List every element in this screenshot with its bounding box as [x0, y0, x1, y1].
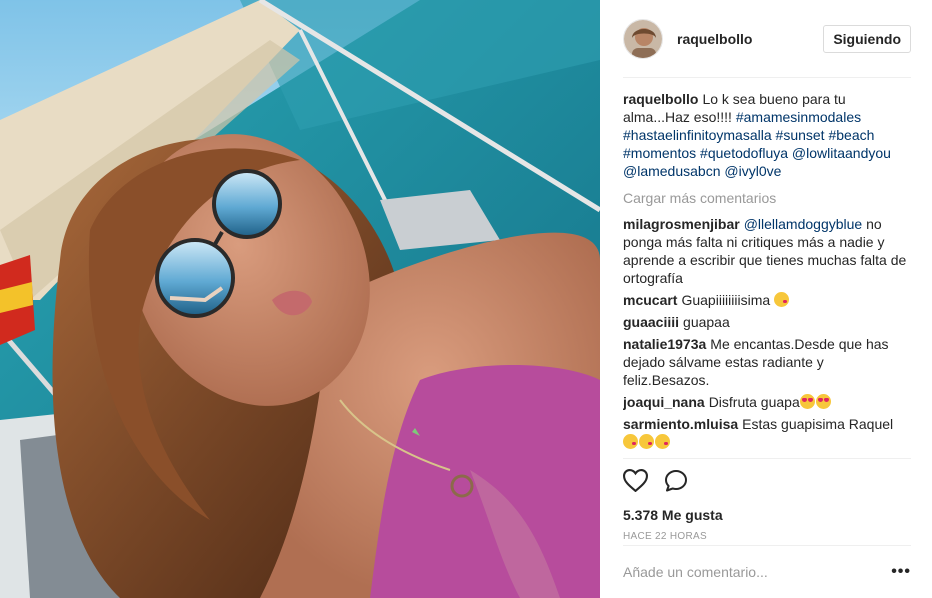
kiss-emoji-icon	[639, 434, 654, 449]
comment-item: guaaciiii guapaa	[623, 313, 911, 331]
hashtag-link[interactable]: @lamedusabcn	[623, 163, 721, 179]
comment-username[interactable]: milagrosmenjibar	[623, 216, 740, 232]
comment-text: Estas guapisima Raquel	[742, 416, 894, 432]
comment-item: mcucart Guapiiiiiiiisima	[623, 291, 911, 309]
caption-username[interactable]: raquelbollo	[623, 91, 698, 107]
avatar-image	[624, 19, 662, 58]
speech-bubble-icon[interactable]	[664, 469, 688, 496]
kiss-emoji-icon	[623, 434, 638, 449]
mention-link[interactable]: @llellamdoggyblue	[744, 216, 863, 232]
hashtag-link[interactable]: @lowlitaandyou	[792, 145, 891, 161]
comment-username[interactable]: mcucart	[623, 292, 677, 308]
hashtag-link[interactable]: #hastaelinfinitoymasalla	[623, 127, 772, 143]
following-button[interactable]: Siguiendo	[823, 24, 911, 53]
hashtag-link[interactable]: @ivyl0ve	[724, 163, 781, 179]
post-actions: 5.378 Me gusta HACE 22 HORAS	[622, 458, 911, 542]
avatar[interactable]	[623, 18, 663, 59]
comment-item: joaqui_nana Disfruta guapa	[623, 393, 911, 411]
hashtag-link[interactable]: #sunset	[776, 127, 825, 143]
header-username[interactable]: raquelbollo	[677, 31, 823, 47]
comment-item: sarmiento.mluisa Estas guapisima Raquel	[623, 415, 911, 451]
hashtag-link[interactable]: #amamesinmodales	[736, 109, 861, 125]
comment-username[interactable]: guaaciiii	[623, 314, 679, 330]
post-header: raquelbollo Siguiendo	[623, 0, 911, 78]
hashtag-link[interactable]: #beach	[828, 127, 874, 143]
kiss-emoji-icon	[774, 292, 790, 307]
comment-item: milagrosmenjibar @llellamdoggyblue no pon…	[623, 215, 911, 287]
kiss-emoji-icon	[655, 434, 670, 449]
comment-username[interactable]: joaqui_nana	[623, 394, 705, 410]
comment-input[interactable]	[623, 564, 892, 580]
comments-list: raquelbollo Lo k sea bueno para tu alma..…	[623, 78, 911, 456]
hashtag-link[interactable]: #momentos	[623, 145, 696, 161]
comment-username[interactable]: natalie1973a	[623, 336, 706, 352]
selfie-image	[0, 0, 600, 598]
action-icons	[622, 467, 911, 497]
hashtag-link[interactable]: #quetodofluya	[700, 145, 788, 161]
comment-text: Disfruta guapa	[708, 394, 800, 410]
comment-item: natalie1973a Me encantas.Desde que has de…	[623, 335, 911, 389]
comment-username[interactable]: sarmiento.mluisa	[623, 416, 738, 432]
add-comment-bar: •••	[623, 545, 911, 598]
heart-outline-icon[interactable]	[622, 469, 649, 495]
comment-text: Guapiiiiiiiisima	[681, 292, 775, 308]
heart-eyes-emoji-icon	[799, 394, 815, 409]
more-options-icon[interactable]: •••	[891, 563, 911, 581]
post-photo[interactable]	[0, 0, 600, 598]
post-sidebar: raquelbollo Siguiendo raquelbollo Lo k se…	[600, 0, 932, 598]
post-timestamp[interactable]: HACE 22 HORAS	[623, 531, 911, 542]
heart-eyes-emoji-icon	[815, 394, 831, 409]
likes-count[interactable]: 5.378 Me gusta	[623, 506, 911, 524]
comment-items: milagrosmenjibar @llellamdoggyblue no pon…	[623, 215, 911, 451]
load-more-comments-link[interactable]: Cargar más comentarios	[623, 189, 911, 207]
instagram-post: raquelbollo Siguiendo raquelbollo Lo k se…	[0, 0, 932, 598]
caption: raquelbollo Lo k sea bueno para tu alma..…	[623, 90, 911, 180]
comment-text: guapaa	[683, 314, 730, 330]
